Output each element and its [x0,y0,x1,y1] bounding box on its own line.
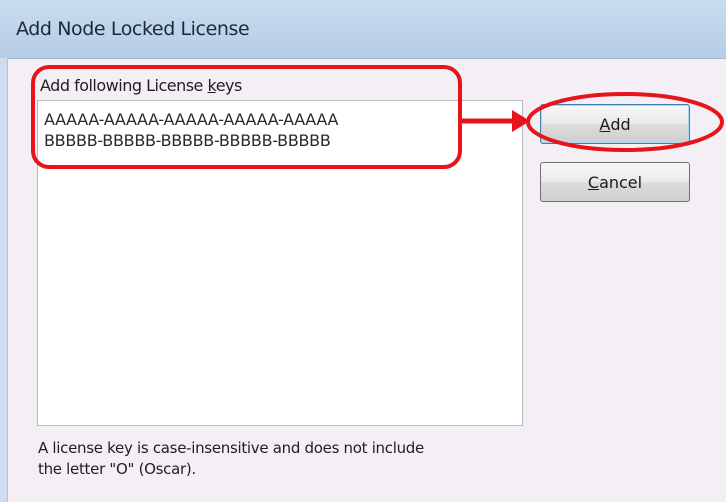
license-key-line: BBBBB-BBBBB-BBBBB-BBBBB-BBBBB [44,131,331,150]
cancel-button[interactable]: Cancel [540,162,690,202]
add-button[interactable]: Add [540,104,690,144]
window-frame-left [0,58,8,502]
dialog-title: Add Node Locked License [16,18,250,40]
license-keys-input[interactable]: AAAAA-AAAAA-AAAAA-AAAAA-AAAAA BBBBB-BBBB… [37,100,523,426]
title-bar[interactable]: Add Node Locked License [0,0,726,59]
add-license-dialog: Add Node Locked License Add following Li… [0,0,726,502]
license-keys-label: Add following License keys [40,76,242,95]
note-line-2: the letter "O" (Oscar). [38,460,196,478]
license-key-note: A license key is case-insensitive and do… [38,438,538,480]
license-key-line: AAAAA-AAAAA-AAAAA-AAAAA-AAAAA [44,110,339,129]
note-line-1: A license key is case-insensitive and do… [38,439,424,457]
